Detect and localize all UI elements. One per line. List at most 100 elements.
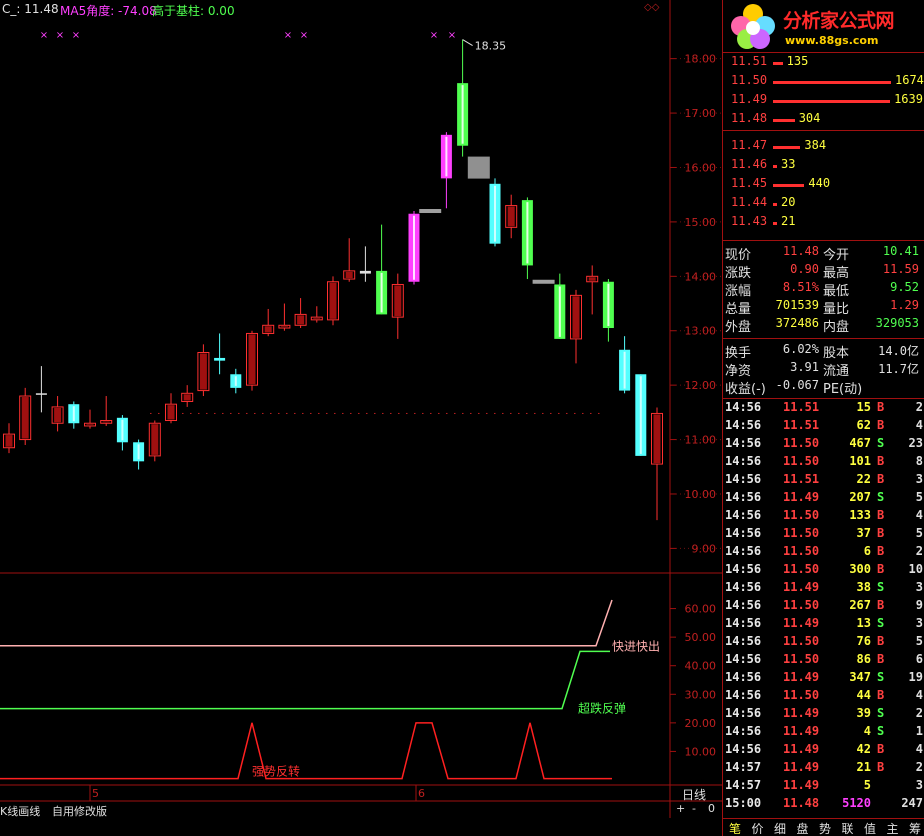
candle-gray-bar[interactable] [419,209,442,214]
order-book-ask-row[interactable]: 11.51 135 [731,54,921,72]
bottom-tab[interactable]: 筹 [909,820,921,836]
period-label[interactable]: 日线 [672,786,722,802]
tick-price: 11.48 [783,796,820,810]
tick-price: 11.50 [783,436,820,450]
tick-volume: 13 [856,616,871,630]
order-book-bid-row[interactable]: 11.44 20 [731,195,921,213]
bottom-tab[interactable]: 势 [819,820,831,836]
order-book-bid-row[interactable]: 11.46 33 [731,157,921,175]
tick-volume: 38 [856,580,871,594]
quote-row: 涨跌 0.90 最高 11.59 [723,262,924,281]
quote-label: 现价 [725,248,752,263]
oversold-line[interactable] [0,650,610,710]
tick-direction: S [877,670,885,684]
bottom-tab[interactable]: 联 [842,820,854,836]
order-book-ask-row[interactable]: 11.48 304 [731,111,921,129]
tick-row[interactable]: 14:56 11.50 37 B 5 [723,526,924,544]
tick-row[interactable]: 14:56 11.50 300 B 10 [723,562,924,580]
tick-row[interactable]: 14:56 11.49 42 B 4 [723,742,924,760]
tick-row[interactable]: 14:56 11.51 22 B 3 [723,472,924,490]
signal-cross-icon: × [40,30,48,41]
order-book-bid-row[interactable]: 11.47 384 [731,138,921,156]
ask-price: 11.51 [731,54,768,68]
order-book-ask-row[interactable]: 11.50 1674 [731,73,924,91]
bottom-tab[interactable]: 值 [864,820,876,836]
diamond-icon[interactable]: ◇◇ [644,2,659,13]
tick-volume: 5 [863,778,871,792]
quote-label: 净资 [725,364,752,379]
tick-volume: 37 [856,526,871,540]
tick-price: 11.51 [783,472,820,486]
tick-price: 11.49 [783,742,820,756]
fast-line[interactable] [0,599,613,647]
order-book-bid-row[interactable]: 11.43 21 [731,214,921,232]
quote-label: 内盘 [823,320,850,335]
candle-highlight [380,272,383,313]
strong-reversal-line[interactable] [0,722,612,780]
tick-row[interactable]: 14:56 11.49 39 S 2 [723,706,924,724]
tick-row[interactable]: 14:56 11.50 76 B 5 [723,634,924,652]
tick-row[interactable]: 14:56 11.50 133 B 4 [723,508,924,526]
candlestick-chart[interactable]: 18.00 17.00 16.00 15.00 14.00 13.00 12.00 11.00… [0,0,722,818]
tick-count: 3 [915,616,923,630]
tick-row[interactable]: 14:56 11.49 207 S 5 [723,490,924,508]
tick-row[interactable]: 14:56 11.50 44 B 4 [723,688,924,706]
tick-row[interactable]: 14:56 11.49 38 S 3 [723,580,924,598]
tick-row[interactable]: 15:00 11.48 5120 247 [723,796,924,814]
tick-row[interactable]: 14:56 11.50 101 B 8 [723,454,924,472]
chart-area[interactable]: 18.00 17.00 16.00 15.00 14.00 13.00 12.00 11.00… [0,0,722,818]
tick-row[interactable]: 14:56 11.49 13 S 3 [723,616,924,634]
candle-gray-bar[interactable] [532,279,555,284]
candle-gray-block[interactable] [467,156,490,179]
tick-row[interactable]: 14:57 11.49 21 B 2 [723,760,924,778]
candle-flat[interactable] [35,393,47,395]
ask-price: 11.50 [731,73,768,87]
tab-kline-draw[interactable]: K线画线 [0,803,40,819]
tab-custom-version[interactable]: 自用修改版 [52,803,107,819]
zoom-reset-button[interactable]: 0 [708,802,715,815]
order-book-bid-row[interactable]: 11.45 440 [731,176,921,194]
quote-value: 14.0亿 [878,344,919,358]
order-book-ask-row[interactable]: 11.49 1639 [731,92,923,110]
quote-row: 外盘 372486 内盘 329053 [723,316,924,335]
quote-row: 净资 3.91 流通 11.7亿 [723,360,924,379]
candle-highlight [121,419,124,441]
tick-row[interactable]: 14:56 11.49 4 S 1 [723,724,924,742]
candle-highlight [445,136,448,177]
tick-count: 2 [915,760,923,774]
tick-row[interactable]: 14:56 11.49 347 S 19 [723,670,924,688]
candle-up-fill [588,277,596,281]
tick-row[interactable]: 14:56 11.50 467 S 23 [723,436,924,454]
tick-volume: 76 [856,634,871,648]
quote-label: 换手 [725,346,752,361]
tick-row[interactable]: 14:56 11.50 267 B 9 [723,598,924,616]
quote-label: 收益(-) [725,382,766,397]
tick-row[interactable]: 14:57 11.49 5 3 [723,778,924,796]
bottom-tab[interactable]: 笔 [729,820,741,836]
tick-volume: 207 [849,490,871,504]
tick-count: 4 [915,742,923,756]
quote-value: 372486 [775,316,819,330]
quote-label: 最低 [823,284,850,299]
tick-row[interactable]: 14:56 11.51 62 B 4 [723,418,924,436]
bottom-tab[interactable]: 盘 [797,820,809,836]
tick-direction: B [877,400,885,414]
tick-direction: B [877,454,885,468]
zoom-out-button[interactable]: - [692,802,696,815]
quote-row: 总量 701539 量比 1.29 [723,298,924,317]
bottom-tab[interactable]: 主 [887,820,899,836]
candle-down[interactable] [214,357,226,361]
tick-volume: 42 [856,742,871,756]
bid-volume: 33 [781,157,796,171]
bottom-tab[interactable]: 细 [774,820,786,836]
candle-flat[interactable] [359,270,371,274]
tick-row[interactable]: 14:56 11.50 86 B 6 [723,652,924,670]
quote-row: 涨幅 8.51% 最低 9.52 [723,280,924,299]
bottom-tab[interactable]: 价 [752,820,764,836]
tick-row[interactable]: 14:56 11.51 15 B 2 [723,400,924,418]
tick-price: 11.50 [783,598,820,612]
tick-row[interactable]: 14:56 11.50 6 B 2 [723,544,924,562]
zoom-in-button[interactable]: + [676,802,685,815]
tick-price: 11.50 [783,544,820,558]
tick-volume: 267 [849,598,871,612]
